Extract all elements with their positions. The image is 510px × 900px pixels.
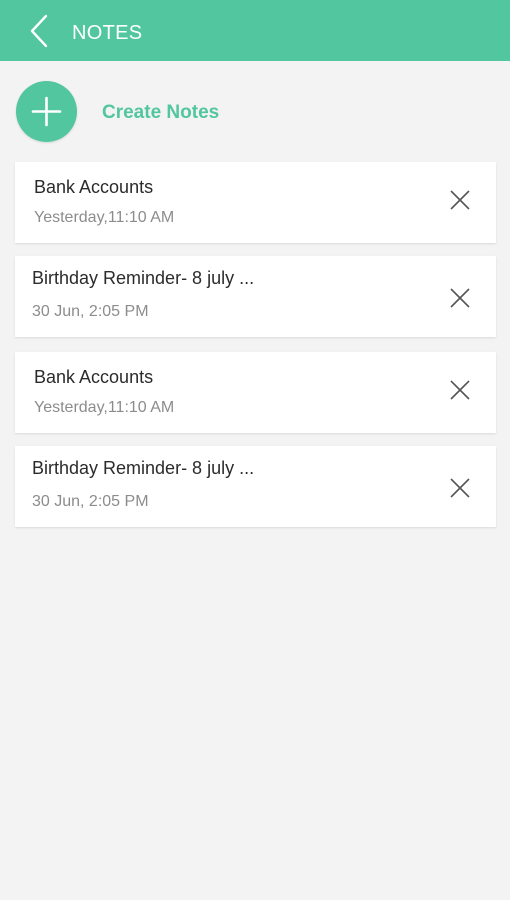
note-timestamp: 30 Jun, 2:05 PM: [32, 493, 149, 510]
delete-note-button[interactable]: [448, 476, 472, 500]
note-timestamp: 30 Jun, 2:05 PM: [32, 303, 149, 320]
add-note-fab[interactable]: [16, 81, 77, 142]
app-bar: NOTES: [0, 0, 510, 61]
note-item[interactable]: Bank Accounts Yesterday,11:10 AM: [15, 352, 496, 433]
create-notes-button[interactable]: Create Notes: [16, 81, 316, 143]
close-icon: [450, 478, 470, 498]
back-button[interactable]: [24, 12, 56, 50]
page-title: NOTES: [72, 22, 143, 44]
close-icon: [450, 190, 470, 210]
note-item[interactable]: Birthday Reminder- 8 july ... 30 Jun, 2:…: [15, 256, 496, 337]
note-timestamp: Yesterday,11:10 AM: [34, 399, 175, 416]
note-timestamp: Yesterday,11:10 AM: [34, 209, 175, 226]
note-item[interactable]: Birthday Reminder- 8 july ... 30 Jun, 2:…: [15, 446, 496, 527]
note-title: Birthday Reminder- 8 july ...: [32, 268, 255, 288]
chevron-left-icon: [30, 14, 48, 48]
note-item[interactable]: Bank Accounts Yesterday,11:10 AM: [15, 162, 496, 243]
note-title: Birthday Reminder- 8 july ...: [32, 458, 255, 478]
note-title: Bank Accounts: [34, 367, 154, 387]
note-title: Bank Accounts: [34, 177, 154, 197]
close-icon: [450, 288, 470, 308]
create-notes-label[interactable]: Create Notes: [102, 102, 219, 124]
delete-note-button[interactable]: [448, 188, 472, 212]
delete-note-button[interactable]: [448, 286, 472, 310]
close-icon: [450, 380, 470, 400]
delete-note-button[interactable]: [448, 378, 472, 402]
plus-icon: [31, 96, 62, 127]
